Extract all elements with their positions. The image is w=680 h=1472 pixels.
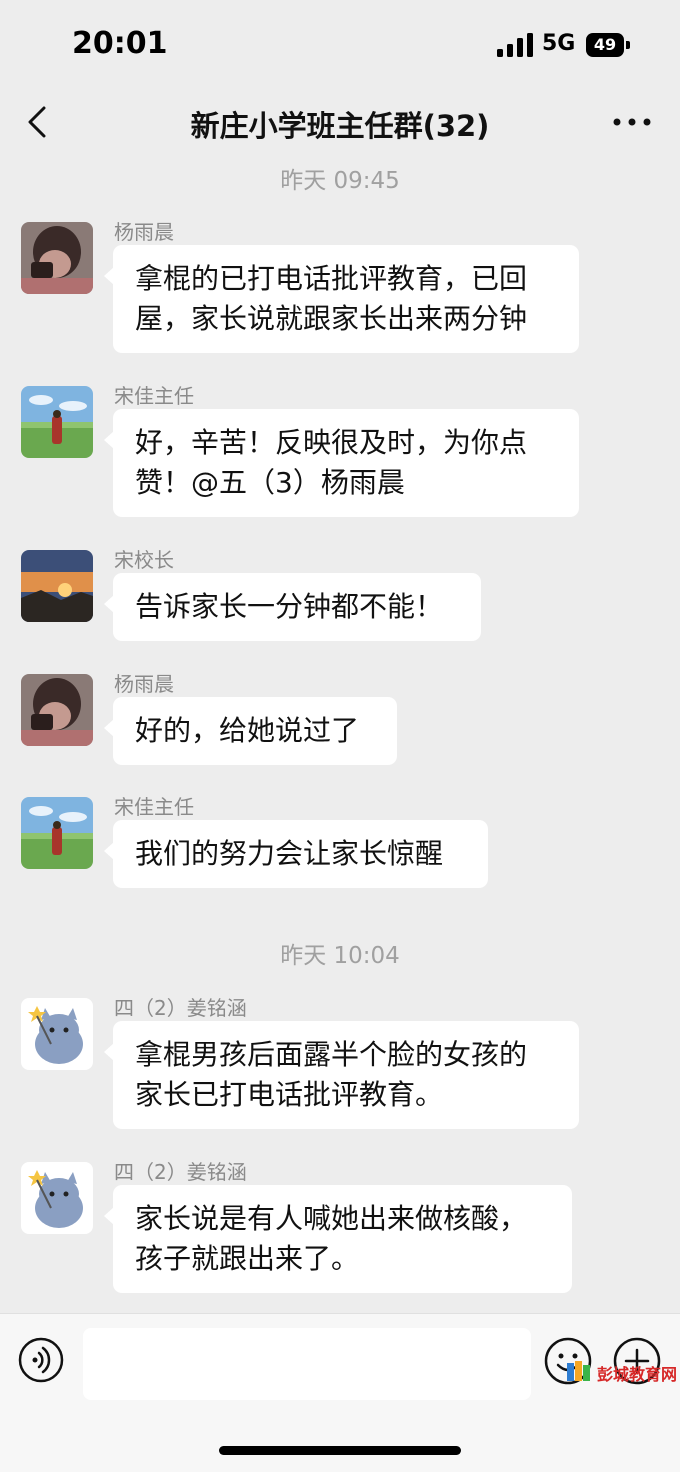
message-bubble[interactable]: 我们的努力会让家长惊醒 (104, 820, 488, 888)
more-options-icon[interactable] (610, 112, 654, 132)
avatar[interactable] (21, 386, 93, 458)
timestamp-label: 昨天 10:04 (280, 943, 400, 969)
input-bar: 彭城教育网 (0, 1313, 680, 1472)
timestamp-label: 昨天 09:45 (280, 168, 400, 194)
message-bubble[interactable]: 拿棍男孩后面露半个脸的女孩的 家长已打电话批评教育。 (104, 1021, 579, 1129)
message-bubble[interactable]: 家长说是有人喊她出来做核酸， 孩子就跟出来了。 (104, 1185, 572, 1293)
message-text: 屋，家长说就跟家长出来两分钟 (135, 302, 528, 335)
chat-title: 新庄小学班主任群(32) (190, 109, 490, 143)
sender-name: 宋佳主任 (114, 384, 194, 408)
watermark-logo: 彭城教育网 (565, 1359, 677, 1385)
watermark-icon (567, 1361, 590, 1381)
message-bubble[interactable]: 好的，给她说过了 (104, 697, 397, 765)
message-text: 拿棍男孩后面露半个脸的女孩的 (135, 1038, 528, 1071)
status-time: 20:01 (72, 26, 168, 61)
message-text: 告诉家长一分钟都不能！ (135, 590, 444, 623)
message-text: 家长说是有人喊她出来做核酸， (135, 1202, 528, 1235)
sender-name: 杨雨晨 (114, 220, 174, 244)
message-text: 我们的努力会让家长惊醒 (135, 837, 444, 870)
sender-name: 宋佳主任 (114, 795, 194, 819)
back-chevron-icon[interactable] (24, 102, 54, 142)
sender-name: 宋校长 (114, 548, 174, 572)
message-list[interactable]: 昨天 09:45 杨雨晨 拿棍的已打电话批评教育，已回 屋，家长说就跟家长出来两… (0, 156, 680, 1313)
voice-input-icon[interactable] (18, 1337, 64, 1383)
sender-name: 四（2）姜铭涵 (114, 1160, 247, 1184)
message-input[interactable] (83, 1328, 531, 1400)
message-text: 赞！@五（3）杨雨晨 (135, 466, 405, 499)
avatar[interactable] (21, 797, 93, 869)
message-text: 拿棍的已打电话批评教育，已回 (135, 262, 528, 295)
signal-icon (497, 33, 533, 57)
avatar[interactable] (21, 1162, 93, 1234)
message-text: 好，辛苦！反映很及时，为你点 (135, 426, 528, 459)
avatar[interactable] (21, 222, 93, 294)
avatar[interactable] (21, 998, 93, 1070)
message-text: 家长已打电话批评教育。 (135, 1078, 444, 1111)
battery-icon: 49 (586, 33, 630, 57)
chat-header: 新庄小学班主任群(32) (0, 90, 680, 156)
message-text: 孩子就跟出来了。 (135, 1242, 360, 1275)
status-bar: 20:01 5G 49 (0, 0, 680, 90)
sender-name: 杨雨晨 (114, 672, 174, 696)
battery-level: 49 (586, 33, 624, 57)
sender-name: 四（2）姜铭涵 (114, 996, 247, 1020)
message-bubble[interactable]: 告诉家长一分钟都不能！ (104, 573, 481, 641)
watermark-text: 彭城教育网 (597, 1365, 678, 1384)
home-indicator[interactable] (219, 1446, 461, 1455)
avatar[interactable] (21, 674, 93, 746)
message-text: 好的，给她说过了 (135, 714, 360, 747)
avatar[interactable] (21, 550, 93, 622)
message-bubble[interactable]: 好，辛苦！反映很及时，为你点 赞！@五（3）杨雨晨 (104, 409, 579, 517)
message-bubble[interactable]: 拿棍的已打电话批评教育，已回 屋，家长说就跟家长出来两分钟 (104, 245, 579, 353)
network-type: 5G (542, 31, 576, 56)
